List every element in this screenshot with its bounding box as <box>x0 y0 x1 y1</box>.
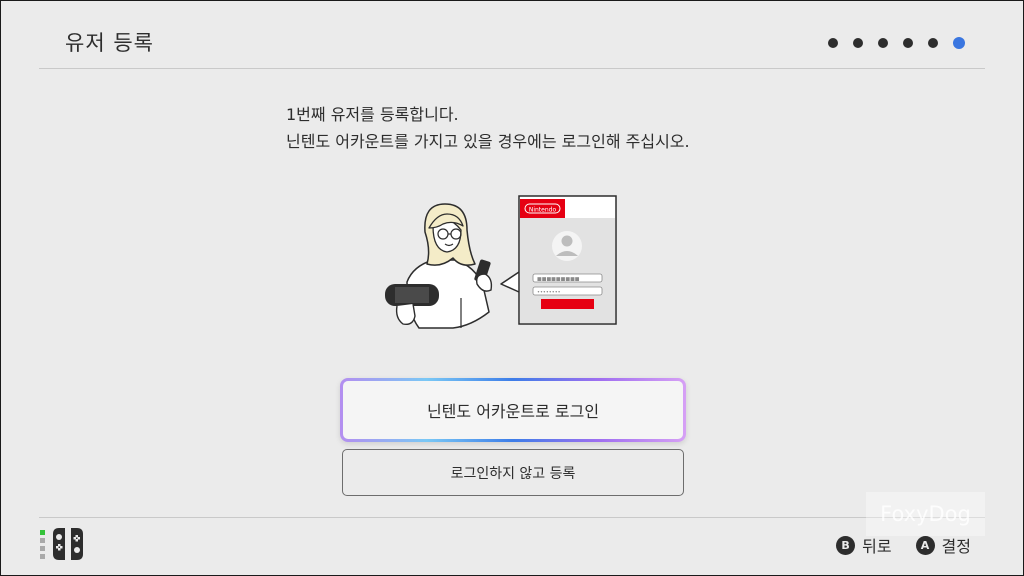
player-light <box>40 545 45 551</box>
intro-line-1: 1번째 유저를 등록합니다. <box>286 105 459 124</box>
back-action[interactable]: B 뒤로 <box>836 533 892 557</box>
user-registration-screen: 유저 등록 1번째 유저를 등록합니다. 닌텐도 어카운트를 가지고 있을 경우… <box>0 0 1024 576</box>
intro-line-2: 닌텐도 어카운트를 가지고 있을 경우에는 로그인해 주십시오. <box>286 132 690 151</box>
b-button-icon: B <box>836 535 856 555</box>
login-nintendo-account-button[interactable]: 닌텐도 어카운트로 로그인 <box>340 378 686 442</box>
watermark: FoxyDog <box>866 492 985 536</box>
controller-status <box>40 526 86 562</box>
step-dot <box>928 38 938 48</box>
joycon-icon <box>53 528 83 560</box>
confirm-action[interactable]: A 결정 <box>915 533 971 557</box>
password-mask: •••••••• <box>537 290 561 296</box>
step-progress-dots <box>828 37 965 49</box>
login-illustration: Nintendo ■■■■■■■■■ •••••••• <box>385 195 617 329</box>
header-divider <box>39 68 985 69</box>
player-light <box>40 553 45 559</box>
step-dot <box>903 38 913 48</box>
nintendo-badge-text: Nintendo <box>529 207 557 214</box>
register-without-login-button[interactable]: 로그인하지 않고 등록 <box>342 449 684 496</box>
a-button-icon: A <box>915 535 935 555</box>
step-dot <box>853 38 863 48</box>
player-light <box>40 529 45 535</box>
footer-actions: B 뒤로 A 결정 <box>836 533 971 557</box>
step-dot-current <box>953 37 965 49</box>
page-title: 유저 등록 <box>65 31 154 55</box>
player-indicator-lights <box>40 529 45 559</box>
intro-text: 1번째 유저를 등록합니다. 닌텐도 어카운트를 가지고 있을 경우에는 로그인… <box>286 101 690 155</box>
player-light <box>40 537 45 543</box>
confirm-label: 결정 <box>941 537 971 556</box>
back-label: 뒤로 <box>862 537 892 556</box>
step-dot <box>878 38 888 48</box>
footer-divider <box>39 517 985 518</box>
step-dot <box>828 38 838 48</box>
username-mask: ■■■■■■■■■ <box>537 277 580 283</box>
